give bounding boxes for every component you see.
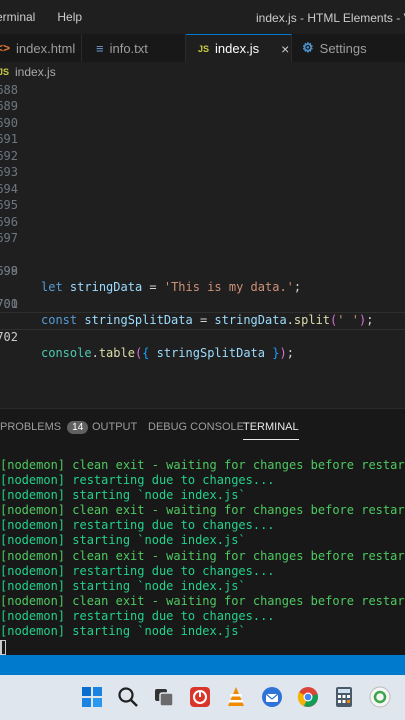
menu-terminal[interactable]: erminal <box>0 10 57 24</box>
terminal-line: [nodemon] restarting due to changes... <box>0 473 275 487</box>
paren-close: ) <box>279 346 287 360</box>
line-number: 691 <box>0 132 18 146</box>
code-line: 699 <box>0 263 405 279</box>
terminal-line: [nodemon] clean exit - waiting for chang… <box>0 549 405 563</box>
tab-label: PROBLEMS <box>0 421 62 433</box>
html-file-icon: <> <box>0 41 11 55</box>
terminal-line: [nodemon] restarting due to changes... <box>0 564 275 578</box>
status-bar <box>0 655 405 675</box>
tab-label: Settings <box>319 40 367 56</box>
menu-help[interactable]: Help <box>57 10 94 24</box>
tab-index-html[interactable]: <> index.html <box>0 34 82 62</box>
code-line: 701 <box>0 296 405 312</box>
code-text: console.table({ stringSplitData }); <box>41 345 294 361</box>
terminal-line: [nodemon] starting `node index.js` <box>0 624 246 638</box>
line-number: 702 <box>0 330 18 344</box>
tab-index-js[interactable]: JS index.js × <box>186 34 292 62</box>
app-red-icon[interactable] <box>188 685 212 709</box>
code-line: 689 <box>0 98 405 114</box>
object-ref: console <box>41 346 92 360</box>
line-number: 690 <box>0 116 18 130</box>
line-number: 697 <box>0 231 18 245</box>
tab-terminal[interactable]: TERMINAL <box>243 421 299 440</box>
tab-info-txt[interactable]: ≡ info.txt <box>82 34 186 62</box>
variable: stringSplitData <box>149 346 273 360</box>
tab-label: info.txt <box>109 40 148 56</box>
line-number: 696 <box>0 215 18 229</box>
dot: . <box>91 346 99 360</box>
tab-label: index.js <box>215 41 260 56</box>
code-line: 697 <box>0 230 405 246</box>
terminal-line: [nodemon] clean exit - waiting for chang… <box>0 503 405 517</box>
code-line-current: 702 console.table({ stringSplitData }); <box>0 312 405 360</box>
line-number: 692 <box>0 149 18 163</box>
method-name: table <box>98 346 135 360</box>
line-number: 688 <box>0 83 18 97</box>
js-file-icon: JS <box>0 67 10 77</box>
tab-problems[interactable]: PROBLEMS 14 <box>0 421 89 434</box>
code-editor[interactable]: 688 689 690 691 692 693 694 695 696 697 … <box>0 82 405 408</box>
thunderbird-icon[interactable] <box>260 685 284 709</box>
code-line: 696 <box>0 214 405 230</box>
breadcrumb-file[interactable]: index.js <box>15 65 56 79</box>
tab-label: index.html <box>16 40 76 56</box>
search-icon[interactable] <box>116 685 140 709</box>
tab-settings[interactable]: ⚙ Settings <box>292 34 405 62</box>
code-line: 693 <box>0 164 405 180</box>
close-icon[interactable]: × <box>281 41 289 57</box>
windows-start-icon[interactable] <box>80 685 104 709</box>
code-line: 691 <box>0 131 405 147</box>
terminal-line: [nodemon] clean exit - waiting for chang… <box>0 594 405 608</box>
code-line: 695 <box>0 197 405 213</box>
line-number: 693 <box>0 165 18 179</box>
breadcrumb: JS index.js <box>0 62 405 82</box>
chrome-icon[interactable] <box>296 685 320 709</box>
problems-count-badge: 14 <box>67 421 89 434</box>
terminal-line: [nodemon] restarting due to changes... <box>0 518 275 532</box>
task-view-icon[interactable] <box>152 685 176 709</box>
semicolon: ; <box>286 346 294 360</box>
js-file-icon: JS <box>198 43 210 54</box>
editor-tab-bar: <> index.html ≡ info.txt JS index.js × ⚙… <box>0 34 405 62</box>
line-number: 694 <box>0 182 18 196</box>
line-number: 689 <box>0 99 18 113</box>
panel-tab-bar: PROBLEMS 14 OUTPUT DEBUG CONSOLE TERMINAL <box>0 409 405 445</box>
vlc-icon[interactable] <box>224 685 248 709</box>
title-bar: erminal Help index.js - HTML Elements - … <box>0 0 405 34</box>
settings-icon: ⚙ <box>302 40 314 55</box>
line-number: 699 <box>0 264 18 278</box>
terminal-line: [nodemon] restarting due to changes... <box>0 609 275 623</box>
tab-debug-console[interactable]: DEBUG CONSOLE <box>148 421 244 433</box>
window-title: index.js - HTML Elements - Visua <box>256 11 405 25</box>
code-line: 698 let stringData = 'This is my data.'; <box>0 247 405 294</box>
code-line: 694 <box>0 181 405 197</box>
terminal-output[interactable]: [nodemon] clean exit - waiting for chang… <box>0 445 405 655</box>
terminal-line: [nodemon] starting `node index.js` <box>0 579 246 593</box>
terminal-cursor <box>0 640 6 655</box>
taskbar <box>0 675 405 720</box>
terminal-line: [nodemon] clean exit - waiting for chang… <box>0 458 405 472</box>
code-line: 690 <box>0 115 405 131</box>
text-file-icon: ≡ <box>96 40 104 56</box>
calculator-icon[interactable] <box>332 685 356 709</box>
code-line: 692 <box>0 148 405 164</box>
code-line: 688 <box>0 82 405 98</box>
terminal-line: [nodemon] starting `node index.js` <box>0 488 246 502</box>
app-green-icon[interactable] <box>368 685 392 709</box>
line-number: 701 <box>0 297 18 311</box>
code-line: 700 const stringSplitData = stringData.s… <box>0 280 405 327</box>
tab-output[interactable]: OUTPUT <box>92 421 137 433</box>
line-number: 695 <box>0 198 18 212</box>
terminal-line: [nodemon] starting `node index.js` <box>0 533 246 547</box>
